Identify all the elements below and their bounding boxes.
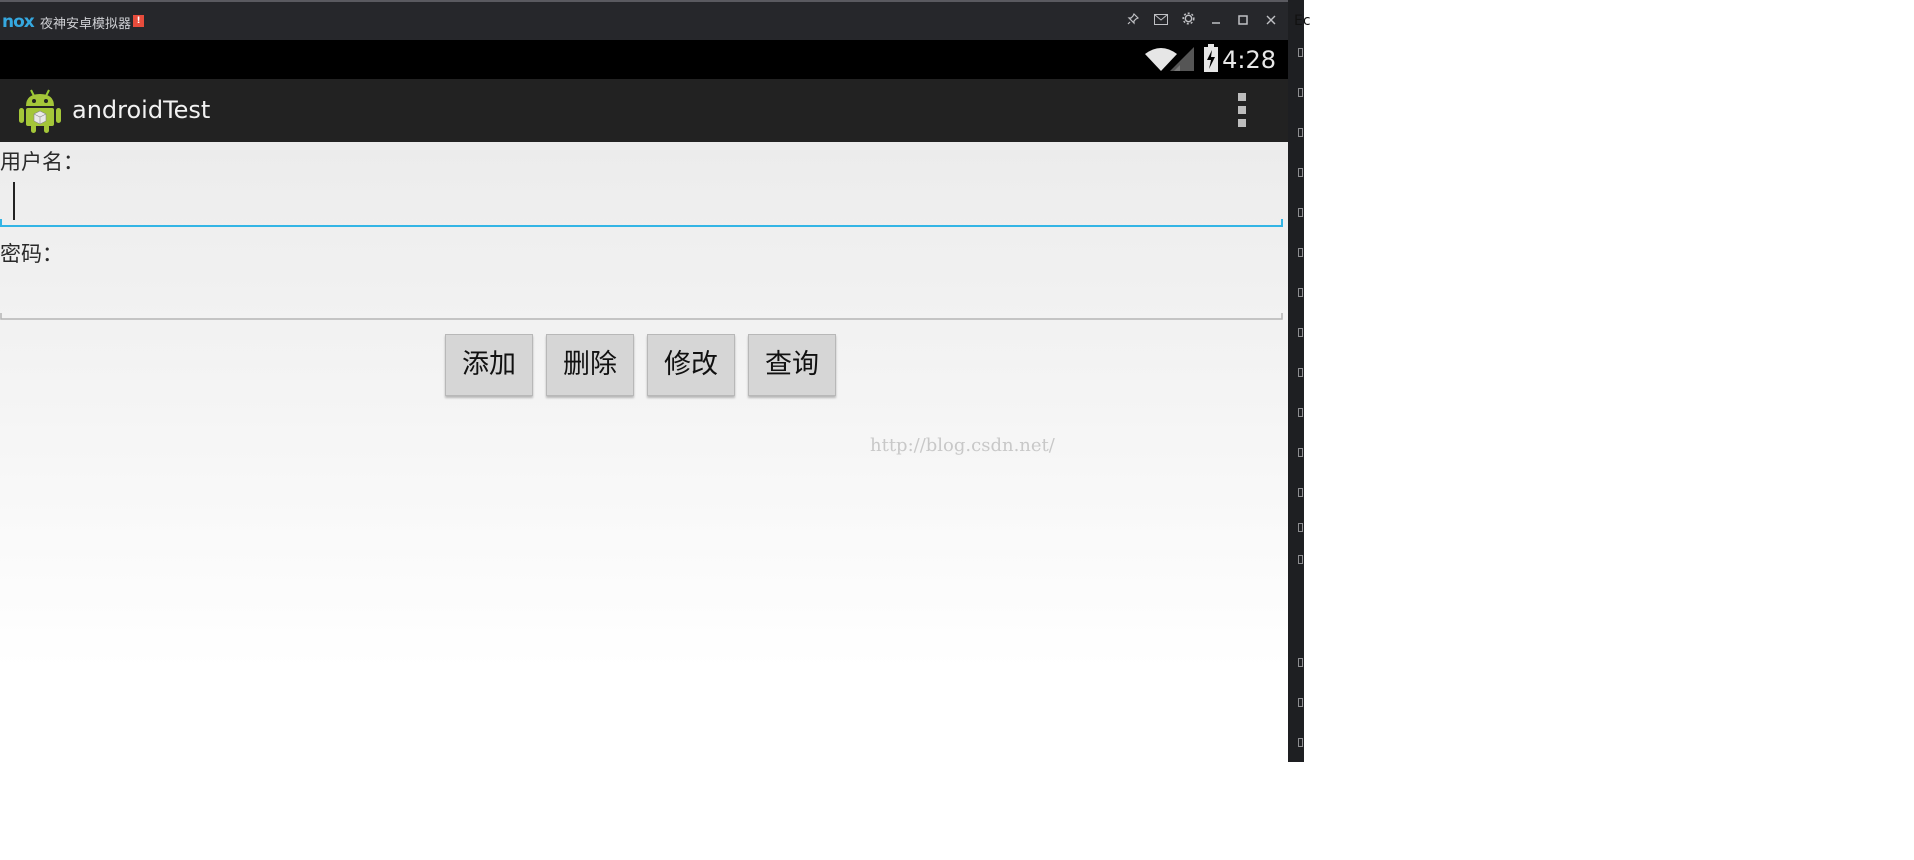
- pin-icon[interactable]: [1122, 11, 1144, 33]
- side-tool-icon[interactable]: [1298, 168, 1303, 177]
- update-button[interactable]: 修改: [647, 334, 735, 396]
- side-tool-icon[interactable]: [1298, 368, 1303, 377]
- alert-badge[interactable]: !: [133, 15, 144, 27]
- back-icon[interactable]: [1298, 658, 1303, 667]
- android-status-bar: 4:28: [0, 40, 1288, 79]
- side-tool-icon[interactable]: [1298, 88, 1303, 97]
- side-tool-icon[interactable]: [1298, 488, 1303, 497]
- side-tool-icon[interactable]: [1298, 288, 1303, 297]
- side-tool-icon[interactable]: [1298, 408, 1303, 417]
- android-robot-icon[interactable]: [19, 88, 61, 134]
- side-tool-icon[interactable]: [1298, 555, 1303, 564]
- side-tool-icon[interactable]: [1298, 48, 1303, 57]
- password-underline: [0, 313, 1283, 320]
- delete-button[interactable]: 删除: [546, 334, 634, 396]
- query-button[interactable]: 查询: [748, 334, 836, 396]
- background-window-text: Ec: [1294, 13, 1311, 29]
- side-tool-icon[interactable]: [1298, 448, 1303, 457]
- side-tool-icon[interactable]: [1298, 523, 1303, 532]
- mail-icon[interactable]: [1150, 11, 1172, 33]
- emulator-side-toolbar: [1288, 0, 1304, 762]
- signal-icon: [1170, 47, 1196, 75]
- status-time: 4:28: [1222, 46, 1276, 74]
- add-button[interactable]: 添加: [445, 334, 533, 396]
- battery-charging-icon: [1203, 44, 1219, 76]
- emulator-titlebar: nox 夜神安卓模拟器 !: [0, 0, 1288, 40]
- username-label: 用户名：: [0, 150, 84, 174]
- side-tool-icon[interactable]: [1298, 128, 1303, 137]
- password-input[interactable]: [0, 272, 1287, 314]
- emulator-window: nox 夜神安卓模拟器 ! 4:28 androidTest 用户名： 密码： …: [0, 0, 1288, 762]
- side-tool-icon[interactable]: [1298, 248, 1303, 257]
- app-title: androidTest: [72, 96, 211, 124]
- password-label: 密码：: [0, 242, 63, 266]
- side-tool-icon[interactable]: [1298, 698, 1303, 707]
- maximize-icon[interactable]: [1232, 11, 1254, 33]
- side-tool-icon[interactable]: [1298, 328, 1303, 337]
- action-bar: androidTest: [0, 79, 1288, 142]
- watermark-text: http://blog.csdn.net/: [870, 435, 1055, 456]
- close-icon[interactable]: [1260, 11, 1282, 33]
- overflow-menu-icon[interactable]: [1237, 93, 1247, 129]
- text-caret: [13, 182, 15, 220]
- gear-icon[interactable]: [1177, 11, 1199, 33]
- minimize-icon[interactable]: [1205, 11, 1227, 33]
- emulator-title: 夜神安卓模拟器: [40, 17, 132, 32]
- nox-logo: nox: [2, 12, 35, 32]
- side-tool-icon[interactable]: [1298, 738, 1303, 747]
- app-content: 用户名： 密码：: [0, 142, 1288, 762]
- side-tool-icon[interactable]: [1298, 208, 1303, 217]
- username-underline: [0, 219, 1283, 227]
